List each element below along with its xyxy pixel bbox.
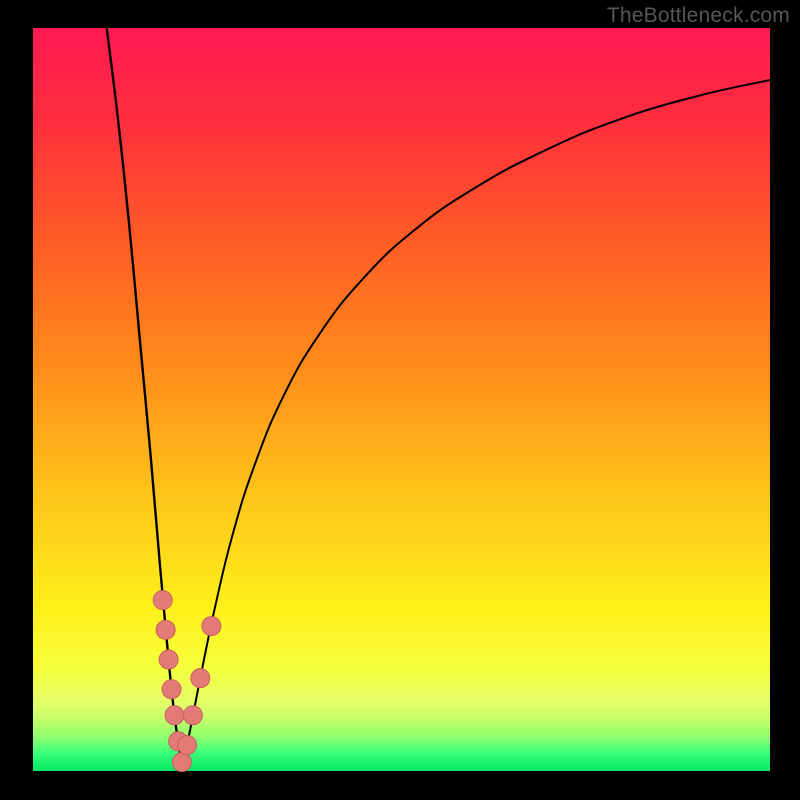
bottleneck-chart (0, 0, 800, 800)
data-marker (178, 736, 197, 755)
data-marker (165, 706, 184, 725)
data-marker (202, 617, 221, 636)
data-marker (162, 680, 181, 699)
data-marker (159, 650, 178, 669)
data-marker (183, 706, 202, 725)
data-marker (153, 591, 172, 610)
chart-stage: TheBottleneck.com (0, 0, 800, 800)
data-marker (172, 753, 191, 772)
data-marker (156, 620, 175, 639)
watermark-text: TheBottleneck.com (607, 4, 790, 28)
gradient-background (33, 28, 770, 771)
data-marker (191, 669, 210, 688)
